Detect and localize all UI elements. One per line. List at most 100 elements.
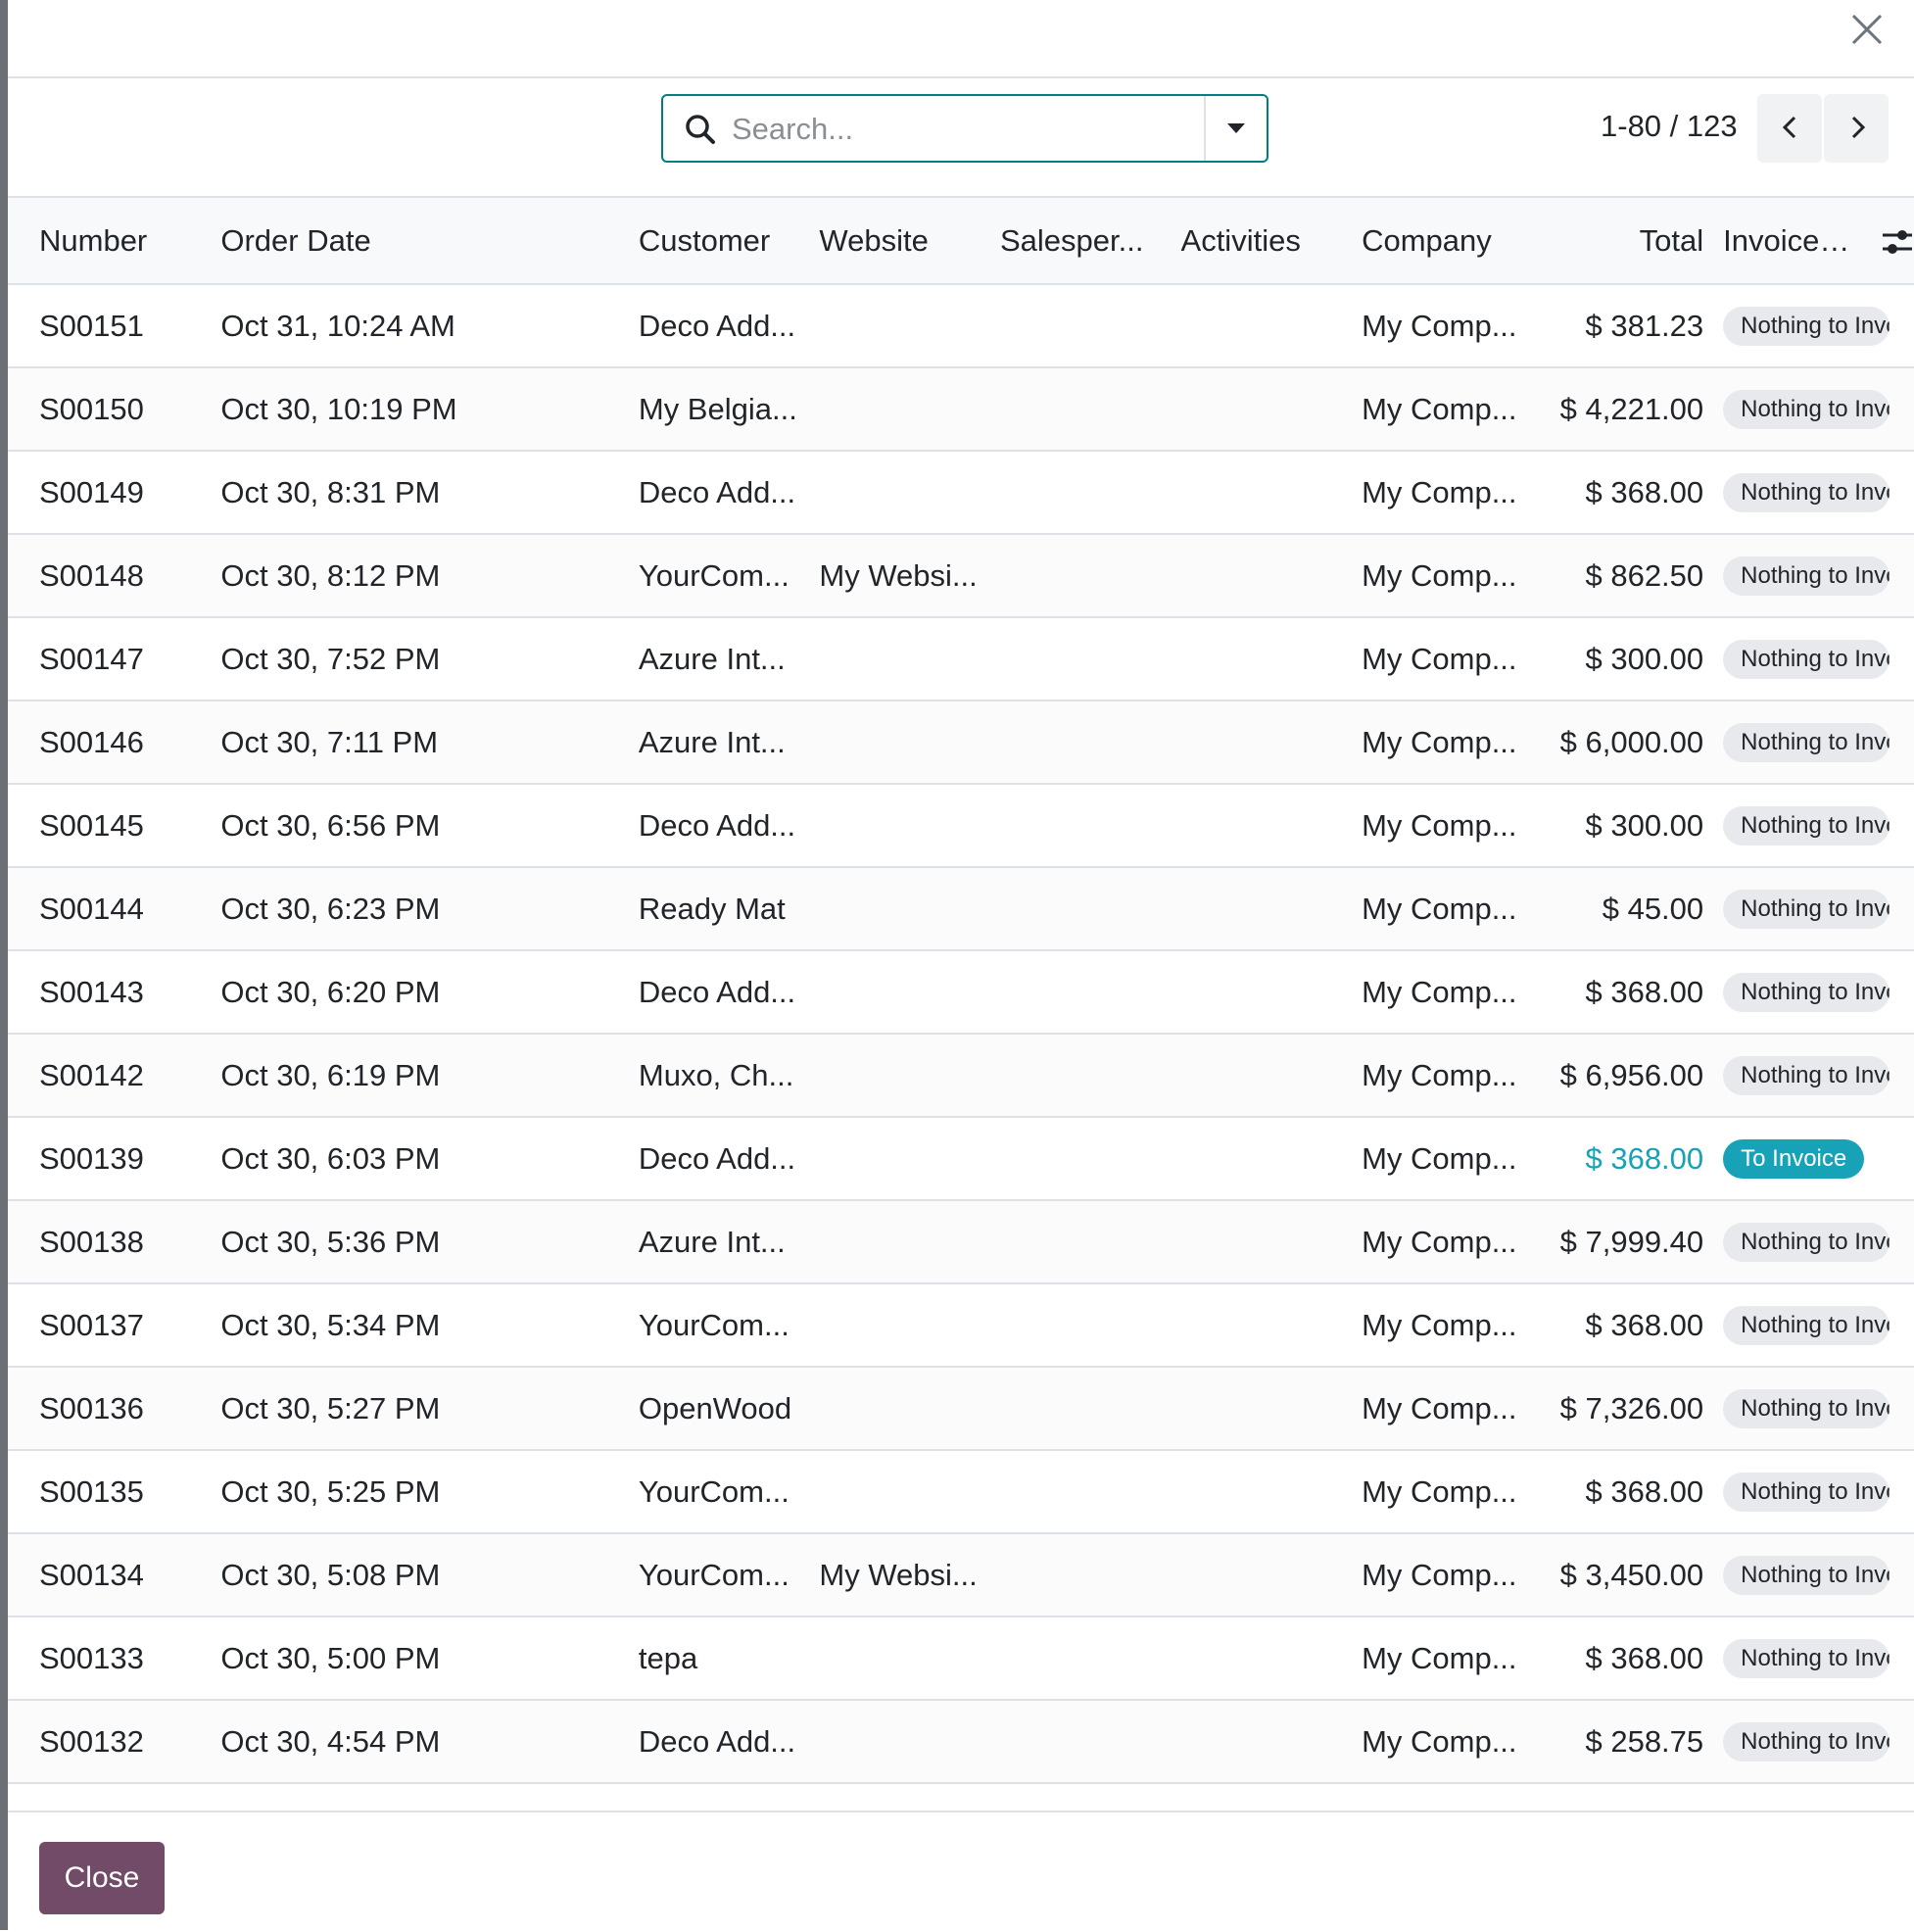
website — [819, 950, 1000, 1034]
customer: YourCom... — [639, 1533, 820, 1617]
table-row[interactable]: S00146 Oct 30, 7:11 PM Azure Int... My Comp… — [8, 700, 1914, 784]
website — [819, 1700, 1000, 1783]
customer: tepa — [639, 1617, 820, 1700]
order-date: Oct 30, 7:11 PM — [220, 724, 439, 759]
table-row[interactable]: S00133 Oct 30, 5:00 PM tepa My Comp... $ 368… — [8, 1617, 1914, 1700]
table-row[interactable]: S00142 Oct 30, 6:19 PM Muxo, Ch... My Comp.… — [8, 1034, 1914, 1117]
salesperson — [1000, 867, 1181, 950]
order-total: $ 4,221.00 — [1559, 391, 1704, 426]
company: My Comp... — [1362, 284, 1532, 367]
order-date: Oct 30, 10:19 PM — [220, 391, 457, 426]
customer: YourCom... — [639, 534, 820, 617]
column-header-website[interactable]: Website — [819, 198, 1000, 284]
company-label: My Comp... — [1362, 807, 1517, 843]
order-date: Oct 30, 6:56 PM — [220, 807, 441, 843]
customer-label: YourCom... — [638, 1557, 790, 1592]
table-header-row: Number Order Date Customer Website Sales… — [8, 198, 1914, 284]
status-badge: Nothing to Invoice — [1723, 1388, 1890, 1428]
company-label: My Comp... — [1362, 308, 1517, 343]
table-row[interactable]: S00139 Oct 30, 6:03 PM Deco Add... My Comp.… — [8, 1117, 1914, 1200]
table-row[interactable]: S00137 Oct 30, 5:34 PM YourCom... My Comp..… — [8, 1283, 1914, 1367]
order-date: Oct 30, 7:52 PM — [220, 641, 441, 676]
table-row[interactable]: S00132 Oct 30, 4:54 PM Deco Add... My Comp.… — [8, 1700, 1914, 1783]
website — [819, 1200, 1000, 1283]
column-header-company[interactable]: Company — [1362, 198, 1532, 284]
website — [819, 867, 1000, 950]
table-row[interactable]: S00150 Oct 30, 10:19 PM My Belgia... My Com… — [8, 367, 1914, 451]
invoice-status: Nothing to Invoice — [1723, 867, 1914, 950]
order-number: S00142 — [39, 1057, 144, 1092]
pager-value[interactable]: 1-80 / 123 — [1601, 109, 1738, 144]
table-row[interactable]: S00149 Oct 30, 8:31 PM Deco Add... My Comp.… — [8, 451, 1914, 534]
company: My Comp... — [1362, 1367, 1532, 1450]
column-header-total[interactable]: Total — [1532, 198, 1723, 284]
order-date: Oct 30, 5:08 PM — [220, 1557, 441, 1592]
customer: Deco Add... — [639, 284, 820, 367]
company: My Comp... — [1362, 784, 1532, 867]
table-row[interactable]: S00148 Oct 30, 8:12 PM YourCom... My Websi.… — [8, 534, 1914, 617]
company: My Comp... — [1362, 367, 1532, 451]
customer-label: YourCom... — [638, 557, 790, 593]
column-header-invoice-status[interactable]: Invoice Status — [1723, 198, 1914, 284]
search-options-toggle[interactable] — [1204, 96, 1267, 161]
order-total: $ 6,956.00 — [1559, 1057, 1704, 1092]
table-row[interactable]: S00143 Oct 30, 6:20 PM Deco Add... My Comp.… — [8, 950, 1914, 1034]
table-row[interactable]: S00151 Oct 31, 10:24 AM Deco Add... My Comp… — [8, 284, 1914, 367]
activities — [1181, 451, 1363, 534]
company: My Comp... — [1362, 1700, 1532, 1783]
caret-down-icon — [1227, 123, 1245, 133]
invoice-status: Nothing to Invoice — [1723, 617, 1914, 700]
invoice-status: Nothing to Invoice — [1723, 784, 1914, 867]
table-row[interactable]: S00147 Oct 30, 7:52 PM Azure Int... My Comp… — [8, 617, 1914, 700]
customer-label: Deco Add... — [638, 474, 796, 509]
activities — [1181, 867, 1363, 950]
optional-columns-icon[interactable] — [1881, 227, 1914, 257]
table-row[interactable]: S00135 Oct 30, 5:25 PM YourCom... My Comp..… — [8, 1450, 1914, 1533]
company: My Comp... — [1362, 867, 1532, 950]
invoice-status: Nothing to Invoice — [1723, 1367, 1914, 1450]
table-row[interactable]: S00136 Oct 30, 5:27 PM OpenWood My Comp... $… — [8, 1367, 1914, 1450]
company: My Comp... — [1362, 1200, 1532, 1283]
invoice-status: Nothing to Invoice — [1723, 534, 1914, 617]
company: My Comp... — [1362, 950, 1532, 1034]
order-number: S00145 — [39, 807, 144, 843]
pager-previous-button[interactable] — [1757, 94, 1822, 163]
column-header-salesperson[interactable]: Salesper... — [1000, 198, 1181, 284]
search-input[interactable] — [730, 106, 1194, 153]
table-row[interactable]: S00145 Oct 30, 6:56 PM Deco Add... My Comp.… — [8, 784, 1914, 867]
order-number: S00147 — [39, 641, 144, 676]
status-badge: Nothing to Invoice — [1723, 972, 1890, 1012]
website — [819, 1034, 1000, 1117]
company-label: My Comp... — [1362, 641, 1517, 676]
activities — [1181, 950, 1363, 1034]
column-header-customer[interactable]: Customer — [639, 198, 820, 284]
activities — [1181, 784, 1363, 867]
customer: Deco Add... — [639, 451, 820, 534]
column-header-activities[interactable]: Activities — [1181, 198, 1363, 284]
status-badge: Nothing to Invoice — [1723, 472, 1890, 512]
salesperson — [1000, 950, 1181, 1034]
status-badge: Nothing to Invoice — [1723, 805, 1890, 845]
close-button[interactable]: Close — [39, 1842, 165, 1914]
column-header-order-date[interactable]: Order Date — [220, 198, 639, 284]
column-header-number[interactable]: Number — [8, 198, 220, 284]
invoice-status: Nothing to Invoice — [1723, 1283, 1914, 1367]
table-row[interactable]: S00138 Oct 30, 5:36 PM Azure Int... My Comp… — [8, 1200, 1914, 1283]
invoice-status: Nothing to Invoice — [1723, 1617, 1914, 1700]
table-row[interactable]: S00144 Oct 30, 6:23 PM Ready Mat My Comp...… — [8, 867, 1914, 950]
table-row[interactable]: S00134 Oct 30, 5:08 PM YourCom... My Websi.… — [8, 1533, 1914, 1617]
company: My Comp... — [1362, 617, 1532, 700]
company-label: My Comp... — [1362, 474, 1517, 509]
order-total: $ 368.00 — [1585, 474, 1704, 509]
company-label: My Comp... — [1362, 1307, 1517, 1342]
order-total: $ 7,999.40 — [1559, 1224, 1704, 1259]
website: My Websi... — [819, 1533, 1000, 1617]
close-icon[interactable] — [1847, 10, 1887, 49]
order-total: $ 6,000.00 — [1559, 724, 1704, 759]
order-date: Oct 30, 6:03 PM — [220, 1140, 441, 1176]
pager-next-button[interactable] — [1824, 94, 1889, 163]
status-badge: Nothing to Invoice — [1723, 639, 1890, 679]
customer: Azure Int... — [639, 617, 820, 700]
invoice-status: Nothing to Invoice — [1723, 1533, 1914, 1617]
website-label: My Websi... — [819, 557, 978, 593]
